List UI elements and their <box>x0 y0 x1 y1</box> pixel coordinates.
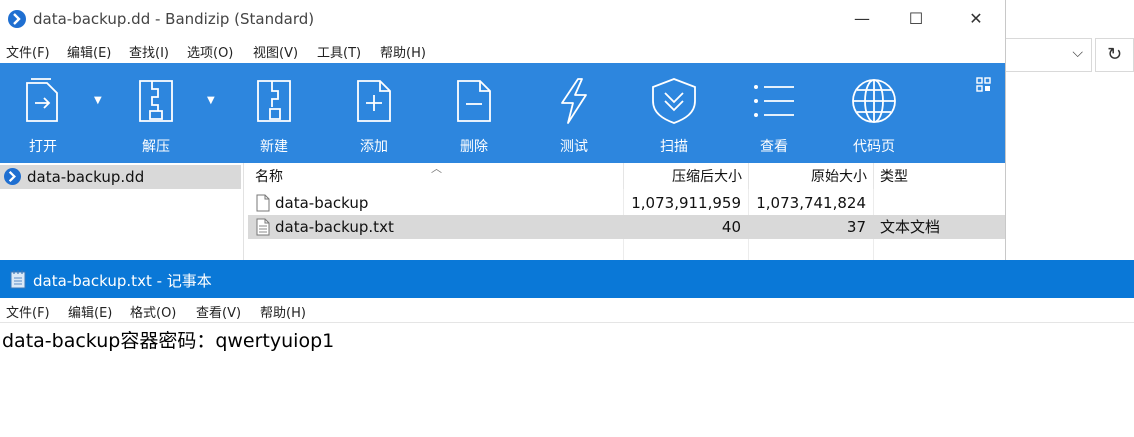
menu-view[interactable]: 查看(V) <box>196 302 241 321</box>
bandizip-window: data-backup.dd - Bandizip (Standard) — ☐… <box>0 0 1006 260</box>
notepad-icon <box>10 270 26 289</box>
open-icon <box>26 78 58 122</box>
menu-find[interactable]: 查找(I) <box>129 42 169 61</box>
menu-file[interactable]: 文件(F) <box>6 302 50 321</box>
new-label: 新建 <box>260 139 288 155</box>
close-button[interactable]: ✕ <box>953 0 999 38</box>
codepage-label: 代码页 <box>853 139 895 155</box>
menu-format[interactable]: 格式(O) <box>130 302 176 321</box>
delete-label: 删除 <box>460 139 488 155</box>
minimize-button[interactable]: — <box>839 0 885 38</box>
tree-item-archive[interactable]: data-backup.dd <box>0 165 241 189</box>
folder-tree: data-backup.dd <box>0 163 244 260</box>
window-title: data-backup.dd - Bandizip (Standard) <box>33 10 315 28</box>
sort-arrow-icon: ︿ <box>431 162 442 175</box>
table-row[interactable]: data-backup.txt 40 37 文本文档 <box>248 215 1005 239</box>
view-label: 查看 <box>760 139 788 155</box>
column-name-label: 名称 <box>255 169 283 185</box>
scan-icon <box>652 78 696 124</box>
extract-label: 解压 <box>142 139 170 155</box>
column-header-compressed[interactable]: 压缩后大小 <box>624 163 749 189</box>
file-name: data-backup.txt <box>275 218 394 236</box>
menu-bar: 文件(F) 编辑(E) 查找(I) 选项(O) 视图(V) 工具(T) 帮助(H… <box>0 38 1005 63</box>
column-header-type[interactable]: 类型 <box>874 163 1005 189</box>
file-compressed-size: 40 <box>721 218 741 236</box>
file-icon <box>256 194 270 212</box>
scan-label: 扫描 <box>660 139 688 155</box>
test-icon <box>561 78 587 124</box>
delete-icon <box>457 80 491 122</box>
text-file-icon <box>256 218 270 236</box>
file-original-size: 37 <box>846 218 866 236</box>
codepage-button[interactable]: 代码页 <box>834 63 914 163</box>
menu-tools[interactable]: 工具(T) <box>317 42 361 61</box>
notepad-text-area[interactable]: data-backup容器密码：qwertyuiop1 <box>2 326 334 353</box>
layout-grid-icon[interactable] <box>976 77 992 93</box>
address-bar[interactable]: ⌵ <box>1006 38 1092 72</box>
menu-help[interactable]: 帮助(H) <box>260 302 306 321</box>
new-button[interactable]: 新建 <box>234 63 314 163</box>
view-icon <box>754 85 794 117</box>
menu-edit[interactable]: 编辑(E) <box>68 302 112 321</box>
notepad-window-title: data-backup.txt - 记事本 <box>33 272 212 290</box>
refresh-icon[interactable]: ↻ <box>1095 38 1134 72</box>
table-row[interactable]: data-backup 1,073,911,959 1,073,741,824 <box>248 191 1005 215</box>
add-icon <box>357 80 391 122</box>
test-label: 测试 <box>560 139 588 155</box>
new-icon <box>257 80 291 122</box>
maximize-button[interactable]: ☐ <box>893 0 939 38</box>
open-button[interactable]: 打开 <box>3 63 83 163</box>
menu-help[interactable]: 帮助(H) <box>380 42 426 61</box>
bandizip-logo-icon <box>8 10 26 28</box>
file-compressed-size: 1,073,911,959 <box>631 194 741 212</box>
menu-file[interactable]: 文件(F) <box>6 42 50 61</box>
tree-item-label: data-backup.dd <box>27 168 145 186</box>
extract-icon <box>139 80 173 122</box>
add-button[interactable]: 添加 <box>334 63 414 163</box>
menu-edit[interactable]: 编辑(E) <box>67 42 111 61</box>
codepage-icon <box>852 79 896 123</box>
file-type: 文本文档 <box>880 218 941 236</box>
file-name: data-backup <box>275 194 369 212</box>
file-original-size: 1,073,741,824 <box>756 194 866 212</box>
menu-options[interactable]: 选项(O) <box>187 42 233 61</box>
menu-view[interactable]: 视图(V) <box>253 42 298 61</box>
notepad-window: data-backup.txt - 记事本 文件(F) 编辑(E) 格式(O) … <box>0 260 1134 437</box>
column-header-original[interactable]: 原始大小 <box>749 163 874 189</box>
view-button[interactable]: 查看 <box>734 63 814 163</box>
scan-button[interactable]: 扫描 <box>634 63 714 163</box>
open-dropdown-icon[interactable]: ▼ <box>94 95 102 106</box>
extract-button[interactable]: 解压 <box>116 63 196 163</box>
test-button[interactable]: 测试 <box>534 63 614 163</box>
file-list: 名称 ︿ 压缩后大小 原始大小 类型 data-backup 1,073,911… <box>248 162 1005 260</box>
bandizip-logo-icon <box>4 168 21 185</box>
chevron-down-icon[interactable]: ⌵ <box>1072 45 1083 61</box>
add-label: 添加 <box>360 139 388 155</box>
title-bar: data-backup.dd - Bandizip (Standard) — ☐… <box>0 0 1005 38</box>
open-label: 打开 <box>29 139 57 155</box>
column-header-name[interactable]: 名称 ︿ <box>248 162 624 189</box>
notepad-menu-bar: 文件(F) 编辑(E) 格式(O) 查看(V) 帮助(H) <box>0 298 1134 323</box>
toolbar: 打开 ▼ 解压 ▼ 新建 添加 删除 测试 扫描 查看 代码页 <box>0 63 1005 163</box>
extract-dropdown-icon[interactable]: ▼ <box>207 95 215 106</box>
notepad-title-bar: data-backup.txt - 记事本 <box>0 260 1134 298</box>
delete-button[interactable]: 删除 <box>434 63 514 163</box>
